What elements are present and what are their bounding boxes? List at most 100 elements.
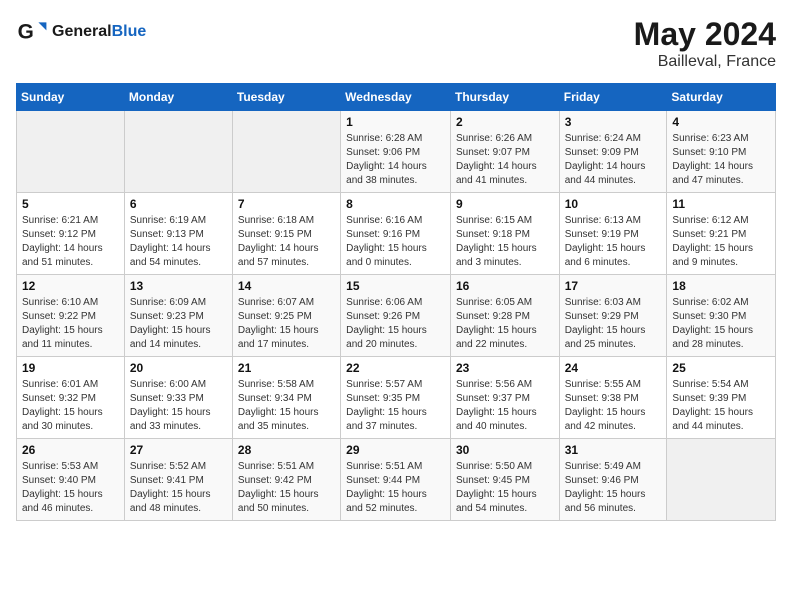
calendar-cell: 23 Sunrise: 5:56 AM Sunset: 9:37 PM Dayli…	[450, 357, 559, 439]
calendar-cell: 31 Sunrise: 5:49 AM Sunset: 9:46 PM Dayli…	[559, 439, 667, 521]
day-number: 5	[22, 197, 119, 211]
day-content: Sunrise: 6:21 AM Sunset: 9:12 PM Dayligh…	[22, 214, 119, 270]
day-header-tuesday: Tuesday	[232, 84, 340, 111]
day-content: Sunrise: 6:19 AM Sunset: 9:13 PM Dayligh…	[130, 214, 227, 270]
calendar-cell: 18Sunrise: 6:02 AM Sunset: 9:30 PM Dayli…	[667, 275, 776, 357]
calendar-week-row: 19Sunrise: 6:01 AM Sunset: 9:32 PM Dayli…	[17, 357, 776, 439]
svg-text:G: G	[18, 20, 34, 43]
calendar-cell: 22 Sunrise: 5:57 AM Sunset: 9:35 PM Dayli…	[341, 357, 451, 439]
calendar-cell: 30 Sunrise: 5:50 AM Sunset: 9:45 PM Dayli…	[450, 439, 559, 521]
day-number: 6	[130, 197, 227, 211]
day-header-thursday: Thursday	[450, 84, 559, 111]
day-number: 13	[130, 279, 227, 293]
day-number: 7	[238, 197, 335, 211]
day-number: 8	[346, 197, 445, 211]
calendar-cell: 5 Sunrise: 6:21 AM Sunset: 9:12 PM Daylig…	[17, 193, 125, 275]
calendar-cell: 1Sunrise: 6:28 AM Sunset: 9:06 PM Daylig…	[341, 111, 451, 193]
day-number: 31	[565, 443, 662, 457]
day-content: Sunrise: 6:03 AM Sunset: 9:29 PM Dayligh…	[565, 296, 662, 352]
day-number: 2	[456, 115, 554, 129]
day-number: 17	[565, 279, 662, 293]
calendar-week-row: 5 Sunrise: 6:21 AM Sunset: 9:12 PM Daylig…	[17, 193, 776, 275]
day-content: Sunrise: 6:18 AM Sunset: 9:15 PM Dayligh…	[238, 214, 335, 270]
calendar-cell: 21 Sunrise: 5:58 AM Sunset: 9:34 PM Dayli…	[232, 357, 340, 439]
calendar-cell: 2 Sunrise: 6:26 AM Sunset: 9:07 PM Daylig…	[450, 111, 559, 193]
day-number: 1	[346, 115, 445, 129]
calendar-week-row: 26 Sunrise: 5:53 AM Sunset: 9:40 PM Dayli…	[17, 439, 776, 521]
day-content: Sunrise: 6:26 AM Sunset: 9:07 PM Dayligh…	[456, 132, 554, 188]
calendar-cell: 15Sunrise: 6:06 AM Sunset: 9:26 PM Dayli…	[341, 275, 451, 357]
day-content: Sunrise: 5:56 AM Sunset: 9:37 PM Dayligh…	[456, 378, 554, 434]
day-content: Sunrise: 5:54 AM Sunset: 9:39 PM Dayligh…	[672, 378, 770, 434]
day-content: Sunrise: 5:52 AM Sunset: 9:41 PM Dayligh…	[130, 460, 227, 516]
logo-general: General	[52, 23, 112, 40]
calendar-cell: 8 Sunrise: 6:16 AM Sunset: 9:16 PM Daylig…	[341, 193, 451, 275]
day-number: 29	[346, 443, 445, 457]
day-number: 21	[238, 361, 335, 375]
day-number: 27	[130, 443, 227, 457]
day-content: Sunrise: 5:57 AM Sunset: 9:35 PM Dayligh…	[346, 378, 445, 434]
day-number: 30	[456, 443, 554, 457]
calendar-cell: 29Sunrise: 5:51 AM Sunset: 9:44 PM Dayli…	[341, 439, 451, 521]
calendar-cell: 16Sunrise: 6:05 AM Sunset: 9:28 PM Dayli…	[450, 275, 559, 357]
calendar-cell: 12 Sunrise: 6:10 AM Sunset: 9:22 PM Dayli…	[17, 275, 125, 357]
day-header-sunday: Sunday	[17, 84, 125, 111]
calendar-cell: 28Sunrise: 5:51 AM Sunset: 9:42 PM Dayli…	[232, 439, 340, 521]
day-header-saturday: Saturday	[667, 84, 776, 111]
day-content: Sunrise: 5:58 AM Sunset: 9:34 PM Dayligh…	[238, 378, 335, 434]
day-content: Sunrise: 5:55 AM Sunset: 9:38 PM Dayligh…	[565, 378, 662, 434]
calendar-cell: 13 Sunrise: 6:09 AM Sunset: 9:23 PM Dayli…	[124, 275, 232, 357]
day-number: 23	[456, 361, 554, 375]
day-content: Sunrise: 5:49 AM Sunset: 9:46 PM Dayligh…	[565, 460, 662, 516]
day-content: Sunrise: 6:01 AM Sunset: 9:32 PM Dayligh…	[22, 378, 119, 434]
day-content: Sunrise: 6:10 AM Sunset: 9:22 PM Dayligh…	[22, 296, 119, 352]
day-content: Sunrise: 6:16 AM Sunset: 9:16 PM Dayligh…	[346, 214, 445, 270]
calendar-cell: 20Sunrise: 6:00 AM Sunset: 9:33 PM Dayli…	[124, 357, 232, 439]
day-header-monday: Monday	[124, 84, 232, 111]
day-number: 11	[672, 197, 770, 211]
day-number: 28	[238, 443, 335, 457]
calendar-cell	[124, 111, 232, 193]
calendar-cell	[17, 111, 125, 193]
calendar-week-row: 12 Sunrise: 6:10 AM Sunset: 9:22 PM Dayli…	[17, 275, 776, 357]
day-header-wednesday: Wednesday	[341, 84, 451, 111]
day-number: 4	[672, 115, 770, 129]
calendar-cell: 11 Sunrise: 6:12 AM Sunset: 9:21 PM Dayli…	[667, 193, 776, 275]
calendar-cell: 17 Sunrise: 6:03 AM Sunset: 9:29 PM Dayli…	[559, 275, 667, 357]
day-content: Sunrise: 6:12 AM Sunset: 9:21 PM Dayligh…	[672, 214, 770, 270]
day-number: 15	[346, 279, 445, 293]
day-content: Sunrise: 6:09 AM Sunset: 9:23 PM Dayligh…	[130, 296, 227, 352]
day-number: 18	[672, 279, 770, 293]
logo-blue: Blue	[112, 23, 147, 40]
day-content: Sunrise: 6:24 AM Sunset: 9:09 PM Dayligh…	[565, 132, 662, 188]
day-content: Sunrise: 6:15 AM Sunset: 9:18 PM Dayligh…	[456, 214, 554, 270]
day-content: Sunrise: 6:23 AM Sunset: 9:10 PM Dayligh…	[672, 132, 770, 188]
calendar-cell: 6 Sunrise: 6:19 AM Sunset: 9:13 PM Daylig…	[124, 193, 232, 275]
day-number: 12	[22, 279, 119, 293]
calendar-cell: 25 Sunrise: 5:54 AM Sunset: 9:39 PM Dayli…	[667, 357, 776, 439]
day-number: 24	[565, 361, 662, 375]
day-number: 22	[346, 361, 445, 375]
calendar-cell: 26 Sunrise: 5:53 AM Sunset: 9:40 PM Dayli…	[17, 439, 125, 521]
day-number: 26	[22, 443, 119, 457]
day-number: 14	[238, 279, 335, 293]
day-number: 3	[565, 115, 662, 129]
calendar-title: May 2024	[634, 16, 776, 53]
calendar-cell: 4 Sunrise: 6:23 AM Sunset: 9:10 PM Daylig…	[667, 111, 776, 193]
calendar-table: SundayMondayTuesdayWednesdayThursdayFrid…	[16, 83, 776, 521]
calendar-cell: 7 Sunrise: 6:18 AM Sunset: 9:15 PM Daylig…	[232, 193, 340, 275]
logo-icon: G	[16, 16, 48, 48]
calendar-week-row: 1Sunrise: 6:28 AM Sunset: 9:06 PM Daylig…	[17, 111, 776, 193]
day-content: Sunrise: 5:50 AM Sunset: 9:45 PM Dayligh…	[456, 460, 554, 516]
day-content: Sunrise: 5:53 AM Sunset: 9:40 PM Dayligh…	[22, 460, 119, 516]
calendar-cell	[667, 439, 776, 521]
day-header-friday: Friday	[559, 84, 667, 111]
calendar-cell	[232, 111, 340, 193]
calendar-cell: 24 Sunrise: 5:55 AM Sunset: 9:38 PM Dayli…	[559, 357, 667, 439]
calendar-cell: 9Sunrise: 6:15 AM Sunset: 9:18 PM Daylig…	[450, 193, 559, 275]
calendar-cell: 27 Sunrise: 5:52 AM Sunset: 9:41 PM Dayli…	[124, 439, 232, 521]
calendar-cell: 19Sunrise: 6:01 AM Sunset: 9:32 PM Dayli…	[17, 357, 125, 439]
day-content: Sunrise: 6:05 AM Sunset: 9:28 PM Dayligh…	[456, 296, 554, 352]
day-number: 10	[565, 197, 662, 211]
day-number: 25	[672, 361, 770, 375]
